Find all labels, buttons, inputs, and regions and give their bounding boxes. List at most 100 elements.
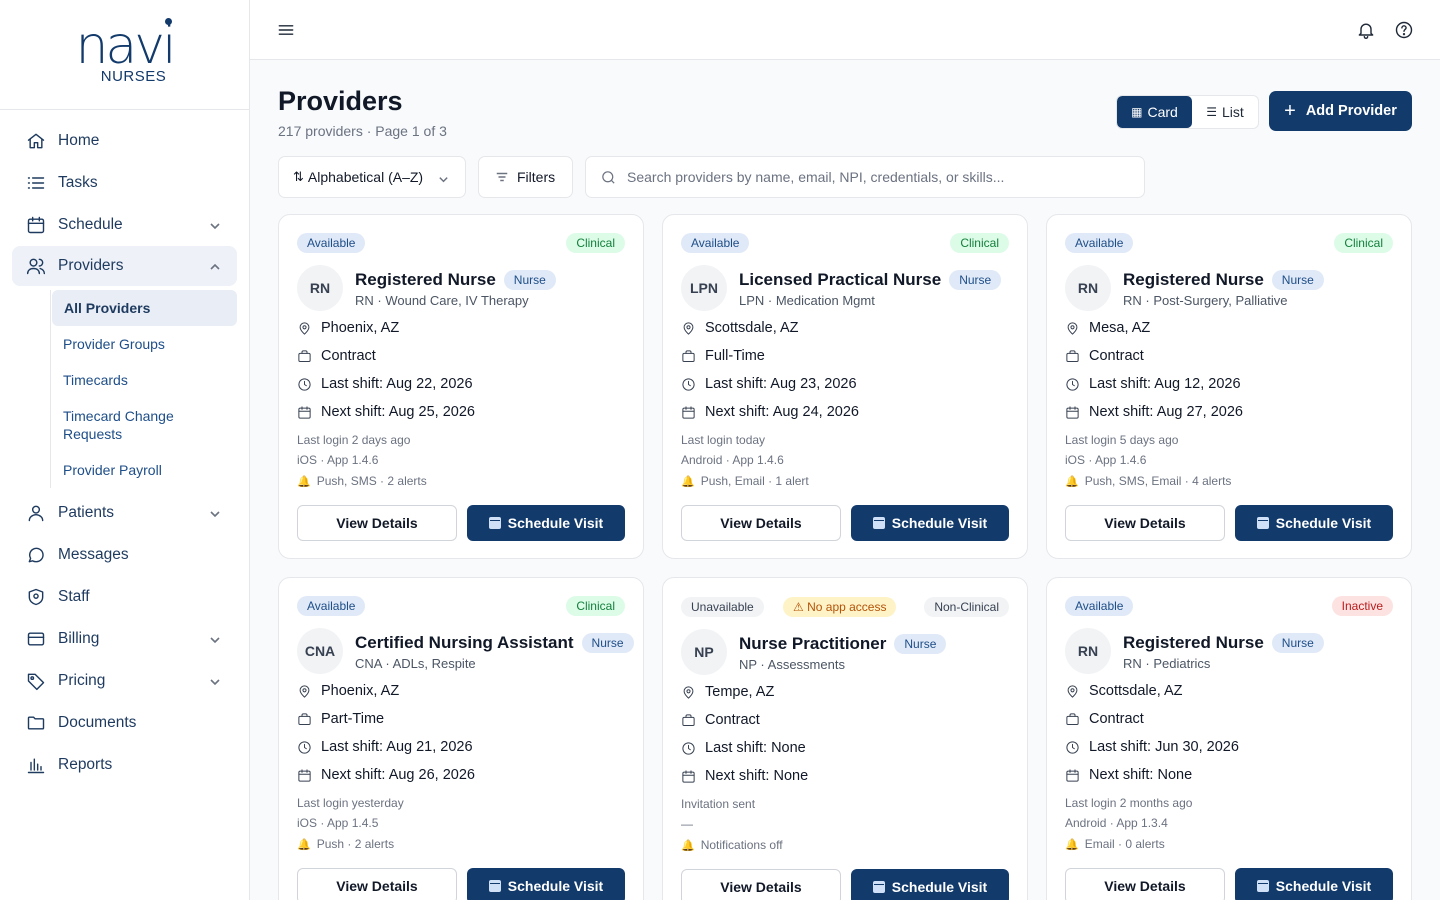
subnav-provider-payroll[interactable]: Provider Payroll — [51, 452, 237, 488]
provider-role[interactable]: Licensed Practical Nurse Nurse — [739, 270, 1002, 290]
location-text: Scottsdale, AZ — [1089, 683, 1183, 699]
next-shift-row: Next shift: None — [1065, 767, 1192, 783]
nav-label: Home — [58, 132, 100, 149]
nav-item-messages[interactable]: Messages — [0, 534, 249, 576]
help-icon[interactable] — [1394, 20, 1414, 40]
nav-item-providers[interactable]: Providers — [12, 246, 237, 286]
map-pin-icon — [299, 321, 310, 335]
last-login-text: Last login today — [681, 433, 766, 447]
notifications-text: Email · 0 alerts — [1084, 837, 1165, 851]
location-text: Mesa, AZ — [1089, 320, 1151, 336]
brand-logo[interactable]: navi NURSES — [0, 0, 249, 110]
clock-icon — [1066, 377, 1079, 391]
schedule-visit-button[interactable]: Schedule Visit — [467, 505, 625, 541]
view-details-button[interactable]: View Details — [1065, 868, 1225, 900]
nav-item-billing[interactable]: Billing — [0, 618, 249, 660]
main-nav: Home Tasks Schedule Providers All Provid… — [0, 110, 249, 786]
view-list-button[interactable]: ☰ List — [1192, 96, 1258, 128]
bell-emoji-icon: 🔔 — [681, 476, 695, 488]
schedule-visit-button[interactable]: Schedule Visit — [851, 505, 1009, 541]
briefcase-icon — [682, 349, 695, 362]
status-badge: Available — [1065, 233, 1134, 253]
role-specialties: NP · Assessments — [739, 657, 845, 672]
nav-label: Documents — [58, 714, 137, 731]
status-badge: Unavailable — [681, 597, 764, 617]
bell-emoji-icon: 🔔 — [681, 840, 695, 852]
view-details-button[interactable]: View Details — [297, 868, 457, 900]
calendar-icon — [1256, 880, 1269, 892]
employment-text: Contract — [1089, 711, 1144, 727]
location-text: Phoenix, AZ — [321, 320, 400, 336]
schedule-visit-button[interactable]: Schedule Visit — [1235, 868, 1393, 900]
nav-item-documents[interactable]: Documents — [0, 702, 249, 744]
add-provider-button[interactable]: + Add Provider — [1269, 91, 1412, 131]
clock-icon — [298, 740, 311, 754]
schedule-visit-button[interactable]: Schedule Visit — [1235, 505, 1393, 541]
last-shift-text: Last shift: Jun 30, 2026 — [1089, 739, 1239, 755]
nav-item-tasks[interactable]: Tasks — [0, 162, 249, 204]
nav-item-home[interactable]: Home — [0, 120, 249, 162]
provider-role[interactable]: Registered Nurse Nurse — [355, 270, 556, 290]
subnav-timecards[interactable]: Timecards — [51, 362, 237, 398]
map-pin-icon — [299, 684, 310, 698]
role-tag-badge: Nurse — [894, 634, 947, 654]
notifications-text: Push · 2 alerts — [316, 837, 395, 851]
view-card-button[interactable]: ▦ Card — [1117, 96, 1192, 128]
last-shift-text: Last shift: Aug 23, 2026 — [705, 376, 857, 392]
folder-icon — [26, 713, 46, 733]
view-details-button[interactable]: View Details — [681, 505, 841, 541]
notifications-row: 🔔 Email · 0 alerts — [1065, 837, 1165, 851]
sort-icon: ⇅ — [293, 169, 304, 184]
role-specialties: LPN · Medication Mgmt — [739, 293, 875, 308]
bell-icon[interactable] — [1356, 20, 1376, 40]
last-login-text: Last login 2 days ago — [297, 433, 411, 447]
users-icon — [26, 256, 46, 276]
next-shift-row: Next shift: None — [681, 768, 808, 784]
view-details-button[interactable]: View Details — [297, 505, 457, 541]
schedule-visit-button[interactable]: Schedule Visit — [851, 869, 1009, 900]
nav-item-reports[interactable]: Reports — [0, 744, 249, 786]
nav-label: Pricing — [58, 672, 106, 689]
nav-label: Staff — [58, 588, 90, 605]
device-text: iOS · App 1.4.6 — [1065, 453, 1147, 467]
location-row: Scottsdale, AZ — [1065, 683, 1183, 699]
view-details-button[interactable]: View Details — [681, 869, 841, 900]
last-shift-text: Last shift: Aug 21, 2026 — [321, 739, 473, 755]
employment-text: Part-Time — [321, 711, 385, 727]
next-shift-row: Next shift: Aug 24, 2026 — [681, 404, 859, 420]
subnav-timecard-change-requests[interactable]: Timecard Change Requests — [51, 398, 237, 452]
avatar: RN — [1065, 265, 1111, 311]
nav-item-pricing[interactable]: Pricing — [0, 660, 249, 702]
view-details-button[interactable]: View Details — [1065, 505, 1225, 541]
calendar-icon — [1066, 405, 1079, 419]
clock-icon — [1066, 740, 1079, 754]
filters-button[interactable]: Filters — [478, 156, 573, 198]
location-row: Scottsdale, AZ — [681, 320, 799, 336]
nav-item-staff[interactable]: Staff — [0, 576, 249, 618]
provider-role[interactable]: Registered Nurse Nurse — [1123, 270, 1324, 290]
subnav-provider-groups[interactable]: Provider Groups — [51, 326, 237, 362]
calendar-icon — [872, 517, 885, 529]
calendar-icon — [1066, 768, 1079, 782]
role-title: Registered Nurse — [1123, 270, 1264, 289]
provider-role[interactable]: Certified Nursing Assistant Nurse — [355, 633, 634, 653]
calendar-icon — [488, 880, 501, 892]
nav-item-patients[interactable]: Patients — [0, 492, 249, 534]
filter-icon — [496, 172, 508, 182]
status-badge: Available — [681, 233, 750, 253]
search-input[interactable] — [627, 169, 1127, 185]
notifications-row: 🔔 Push, SMS · 2 alerts — [297, 474, 427, 488]
provider-role[interactable]: Registered Nurse Nurse — [1123, 633, 1324, 653]
calendar-icon — [298, 768, 311, 782]
nav-item-schedule[interactable]: Schedule — [0, 204, 249, 246]
subnav-all-providers[interactable]: All Providers — [52, 290, 237, 326]
menu-icon[interactable] — [276, 20, 296, 40]
next-shift-text: Next shift: Aug 24, 2026 — [705, 404, 859, 420]
notifications-text: Push, SMS, Email · 4 alerts — [1084, 474, 1232, 488]
sort-dropdown[interactable]: ⇅ Alphabetical (A–Z) — [278, 156, 466, 198]
status-badge: Available — [297, 233, 366, 253]
provider-role[interactable]: Nurse Practitioner Nurse — [739, 634, 947, 654]
schedule-visit-button[interactable]: Schedule Visit — [467, 868, 625, 900]
map-pin-icon — [683, 685, 694, 699]
providers-subnav: All Providers Provider Groups Timecards … — [50, 290, 237, 488]
